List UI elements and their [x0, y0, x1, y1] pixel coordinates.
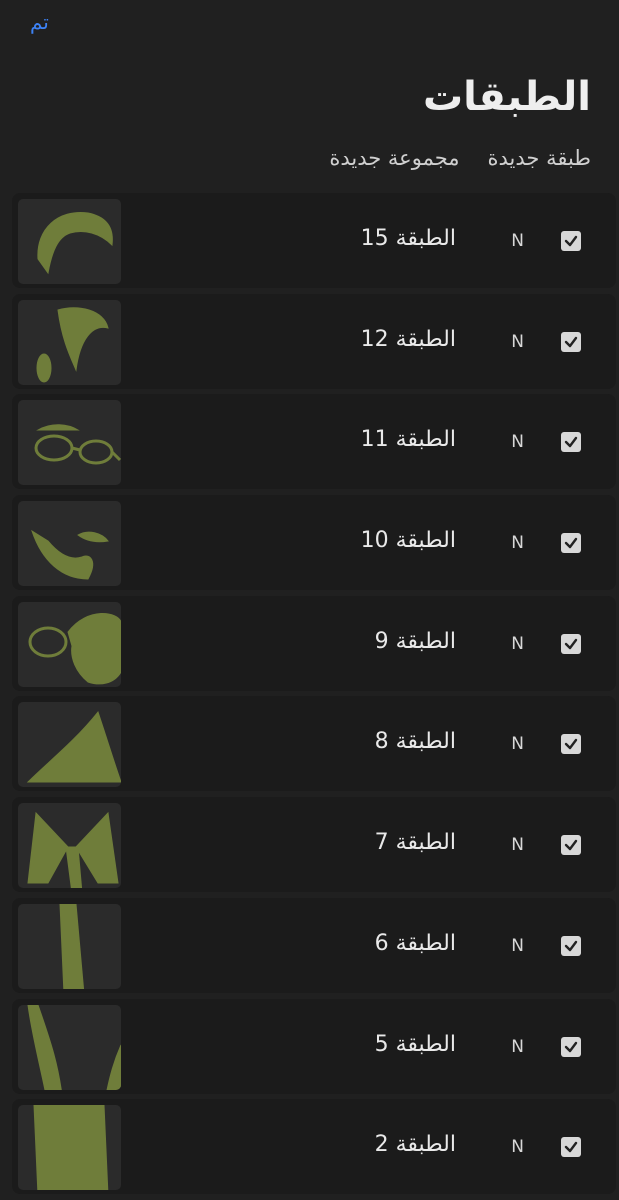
layer-name: الطبقة 10	[360, 528, 456, 554]
layer-name: الطبقة 6	[374, 930, 456, 956]
layer-row[interactable]: الطبقة 5 N	[12, 998, 616, 1094]
layer-thumbnail[interactable]	[18, 199, 121, 284]
checkmark-icon	[564, 437, 578, 448]
layer-thumbnail[interactable]	[18, 1105, 121, 1191]
page-title: الطبقات	[422, 74, 591, 120]
blend-mode-button[interactable]: N	[511, 432, 524, 452]
visibility-checkbox[interactable]	[561, 734, 581, 755]
layer-thumbnail[interactable]	[18, 400, 121, 486]
blend-mode-button[interactable]: N	[511, 1137, 524, 1157]
layer-thumbnail[interactable]	[18, 903, 121, 989]
visibility-checkbox[interactable]	[561, 331, 581, 352]
blend-mode-button[interactable]: N	[511, 734, 524, 754]
shirt-icon	[33, 1105, 109, 1191]
visibility-checkbox[interactable]	[561, 633, 581, 654]
layer-thumbnail[interactable]	[18, 1004, 121, 1090]
visibility-checkbox[interactable]	[561, 231, 581, 251]
layer-thumbnail[interactable]	[18, 803, 121, 889]
layer-name: الطبقة 5	[374, 1031, 456, 1057]
lapel-icon	[26, 711, 121, 783]
hair-icon	[37, 212, 113, 275]
layer-name: الطبقة 8	[374, 729, 456, 755]
jacket-icon	[27, 1004, 121, 1090]
layer-name: الطبقة 15	[360, 226, 456, 251]
new-layer-button[interactable]: طبقة جديدة	[488, 146, 591, 170]
checkmark-icon	[564, 1041, 578, 1052]
blend-mode-button[interactable]: N	[511, 936, 524, 956]
layer-thumbnail[interactable]	[18, 601, 121, 687]
checkmark-icon	[564, 739, 578, 750]
checkmark-icon	[564, 235, 578, 247]
hair-ear-icon	[36, 306, 109, 383]
layer-row[interactable]: الطبقة 11 N	[12, 394, 616, 490]
layer-row[interactable]: الطبقة 10 N	[12, 495, 616, 591]
new-group-button[interactable]: مجموعة جديدة	[329, 146, 459, 170]
layer-name: الطبقة 12	[360, 326, 456, 352]
layer-name: الطبقة 11	[360, 427, 456, 453]
layer-row[interactable]: الطبقة 2 N	[12, 1099, 616, 1195]
checkmark-icon	[564, 940, 578, 952]
layer-actions: طبقة جديدة مجموعة جديدة	[329, 146, 591, 170]
visibility-checkbox[interactable]	[561, 1036, 581, 1057]
layer-thumbnail[interactable]	[18, 501, 121, 587]
blend-mode-button[interactable]: N	[511, 634, 524, 654]
layer-row[interactable]: الطبقة 15 N	[12, 193, 616, 288]
checkmark-icon	[564, 537, 578, 549]
done-button[interactable]: تم	[30, 10, 49, 34]
layer-row[interactable]: الطبقة 12 N	[12, 293, 616, 389]
visibility-checkbox[interactable]	[561, 432, 581, 453]
blend-mode-button[interactable]: N	[511, 332, 524, 352]
layer-row[interactable]: الطبقة 8 N	[12, 696, 616, 792]
visibility-checkbox[interactable]	[561, 533, 581, 554]
hand-glasses-icon	[28, 612, 121, 685]
visibility-checkbox[interactable]	[561, 835, 581, 856]
layer-name: الطبقة 9	[374, 628, 456, 654]
layer-thumbnail[interactable]	[18, 702, 121, 788]
blend-mode-button[interactable]: N	[511, 533, 524, 553]
checkmark-icon	[564, 1141, 578, 1153]
layer-row[interactable]: الطبقة 9 N	[12, 595, 616, 691]
glasses-icon	[34, 424, 121, 465]
layer-name: الطبقة 7	[374, 830, 456, 856]
visibility-checkbox[interactable]	[561, 935, 581, 956]
checkmark-icon	[564, 638, 578, 649]
blend-mode-button[interactable]: N	[511, 835, 524, 855]
blend-mode-button[interactable]: N	[511, 231, 524, 251]
layer-row[interactable]: الطبقة 6 N	[12, 897, 616, 993]
blend-mode-button[interactable]: N	[511, 1037, 524, 1057]
checkmark-icon	[564, 336, 578, 347]
layer-name: الطبقة 2	[374, 1132, 456, 1158]
tie-icon	[59, 903, 85, 989]
beard-icon	[31, 529, 109, 580]
layers-list: الطبقة 15 N الطبقة 12 N الطبقة 11 N الطب…	[12, 193, 616, 1200]
collar-tie-icon	[27, 811, 119, 889]
layer-thumbnail[interactable]	[18, 299, 121, 385]
layer-row[interactable]: الطبقة 7 N	[12, 797, 616, 893]
visibility-checkbox[interactable]	[561, 1137, 581, 1158]
checkmark-icon	[564, 839, 578, 851]
